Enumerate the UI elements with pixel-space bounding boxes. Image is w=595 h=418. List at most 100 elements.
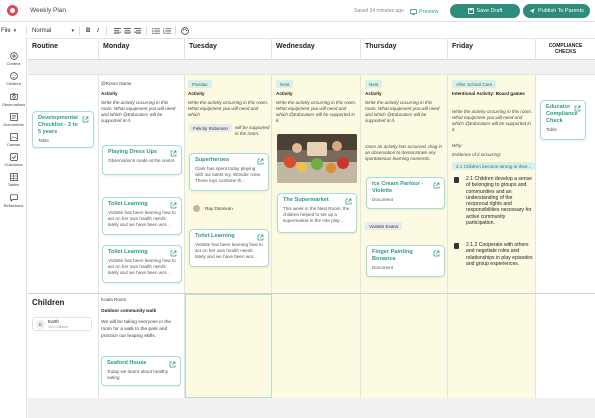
numbered-list-button[interactable] (163, 25, 171, 36)
save-icon (467, 8, 474, 14)
sidebar-item-documents[interactable]: Documents (0, 112, 27, 134)
observation-card[interactable]: Seaford House Today we learnt about heal… (101, 356, 181, 386)
open-external-icon[interactable] (257, 234, 264, 241)
supermarket-photo-image (277, 134, 357, 183)
selected-cell[interactable] (185, 294, 272, 398)
card-title: Toilet Learning (108, 201, 148, 207)
sidebar-item-reflections[interactable]: Reflections (0, 193, 27, 215)
observation-card[interactable]: Toilet Learning Violette has been learni… (102, 245, 182, 283)
observation-card[interactable]: The Supermarket This week in the Nest Ro… (277, 193, 357, 233)
publish-button[interactable]: Publish To Parents (523, 4, 590, 18)
tuesday-heading: Activity (188, 91, 205, 96)
app-logo[interactable] (7, 5, 18, 16)
room-tag[interactable]: Nest (365, 80, 383, 88)
align-right-icon (134, 27, 141, 34)
open-external-icon[interactable] (170, 150, 177, 157)
card-title: Superheroes (195, 157, 230, 163)
tuesday-description-cont: will be supported in the room. (235, 125, 270, 136)
card-type: Document (372, 197, 393, 202)
save-draft-button[interactable]: Save Draft (450, 4, 520, 18)
open-external-icon[interactable] (170, 250, 177, 257)
weekly-plan-grid: Routine Monday Tuesday Wednesday Thursda… (28, 38, 595, 418)
column-header-thursday: Thursday (361, 38, 448, 60)
friday-why: Why: (452, 143, 463, 148)
observation-card[interactable]: Superheroes Clark has spent today playin… (189, 153, 269, 191)
outcome-icon (454, 177, 459, 183)
room-tag[interactable]: Nest (276, 80, 294, 88)
preview-button[interactable]: Preview (410, 5, 439, 18)
card-description: Observations made at the centre (108, 158, 175, 163)
card-title: Ice Cream Parlour - Violette (372, 181, 424, 194)
align-center-button[interactable] (124, 25, 131, 36)
file-menu[interactable]: File ▾ (1, 25, 16, 36)
group-count: 100 Children (48, 325, 69, 329)
monitor-icon (410, 8, 417, 15)
sidebar-item-label: Tables (7, 182, 20, 187)
person-tag[interactable]: Violette Evans (365, 222, 403, 230)
outcome-icon (454, 243, 459, 249)
children-description: We will be taking everyone in the room f… (101, 320, 172, 339)
compliance-check-card[interactable]: Educator Compliance Check Table (540, 100, 586, 140)
saved-status: Saved 24 minutes ago (354, 8, 404, 14)
sidebar-item-content[interactable]: Content (0, 51, 27, 73)
card-title: Finger Painting Bonanza (372, 249, 413, 262)
friday-heading: Intentional Activity: Board games (452, 91, 525, 96)
friday-description: Write the activity occurring in this roo… (452, 109, 533, 132)
column-header-friday: Friday (448, 38, 536, 60)
align-left-icon (114, 27, 121, 34)
sidebar-item-observations[interactable]: Observations (0, 92, 27, 114)
room-tag[interactable]: Pandas (188, 80, 212, 88)
thursday-description: Write the activity occurring in this roo… (365, 100, 440, 123)
child-group-item[interactable]: E Earth 100 Children (32, 317, 92, 331)
observation-card[interactable]: Toilet Learning Violette has been learni… (102, 197, 182, 235)
open-external-icon[interactable] (170, 202, 177, 209)
open-external-icon[interactable] (574, 105, 581, 112)
card-type: Document (372, 265, 393, 270)
children-room: Koala Room (101, 297, 127, 302)
card-description: Violette has been learning how to act on… (108, 210, 176, 227)
table-icon (9, 172, 18, 181)
document-card[interactable]: Finger Painting Bonanza Document (366, 245, 445, 277)
bullet-list-button[interactable] (152, 25, 160, 36)
top-bar: Weekly Plan Saved 24 minutes ago Preview… (0, 0, 595, 22)
italic-label: I (97, 27, 99, 34)
sidebar-item-children[interactable]: Children (0, 71, 27, 93)
divider (26, 26, 27, 35)
plus-circle-icon (9, 51, 18, 60)
open-external-icon[interactable] (82, 116, 89, 123)
outcome-tag[interactable]: 3.1 Children become strong in their... (452, 162, 536, 170)
text-style-select[interactable]: Normal ▾ (32, 25, 74, 36)
open-external-icon[interactable] (433, 250, 440, 257)
open-external-icon[interactable] (257, 158, 264, 165)
educator-tag[interactable]: Felicity Robinson (189, 124, 232, 132)
monday-heading: Activity (101, 91, 118, 96)
activity-photo[interactable] (277, 134, 357, 183)
sidebar-item-outcomes[interactable]: Outcomes (0, 152, 27, 174)
card-title: The Supermarket (283, 197, 329, 203)
routine-checklist-card[interactable]: Developmental Checklist - 3 to 5 years T… (32, 111, 94, 148)
card-description: Today we learnt about healthy eating (107, 369, 169, 380)
open-external-icon[interactable] (345, 198, 352, 205)
observation-card[interactable]: Toilet Learning Violette has been learni… (189, 229, 269, 267)
color-palette-button[interactable] (181, 25, 189, 36)
italic-button[interactable]: I (97, 25, 99, 36)
document-card[interactable]: Ice Cream Parlour - Violette Document (366, 177, 445, 209)
open-external-icon[interactable] (433, 182, 440, 189)
align-center-icon (124, 27, 131, 34)
document-title[interactable]: Weekly Plan (30, 7, 66, 14)
person-name[interactable]: Ray Donovon (205, 206, 233, 212)
sidebar-item-tables[interactable]: Tables (0, 172, 27, 194)
room-tag[interactable]: After School Care (452, 80, 497, 88)
bold-button[interactable]: B (86, 25, 90, 36)
chevron-down-icon: ▾ (13, 27, 17, 34)
preview-label: Preview (419, 8, 439, 15)
align-right-button[interactable] (134, 25, 141, 36)
monday-description: Write the activity occurring in this roo… (101, 100, 176, 123)
friday-evidence: Evidence of it occurring: (452, 152, 502, 157)
footer-band (28, 398, 595, 418)
sidebar-item-canvas[interactable]: Canvas (0, 132, 27, 154)
align-left-button[interactable] (114, 25, 121, 36)
children-heading: Outdoor community walk (101, 308, 157, 313)
open-external-icon[interactable] (169, 361, 176, 368)
observation-card[interactable]: Playing Dress Ups Observations made at t… (102, 145, 182, 175)
